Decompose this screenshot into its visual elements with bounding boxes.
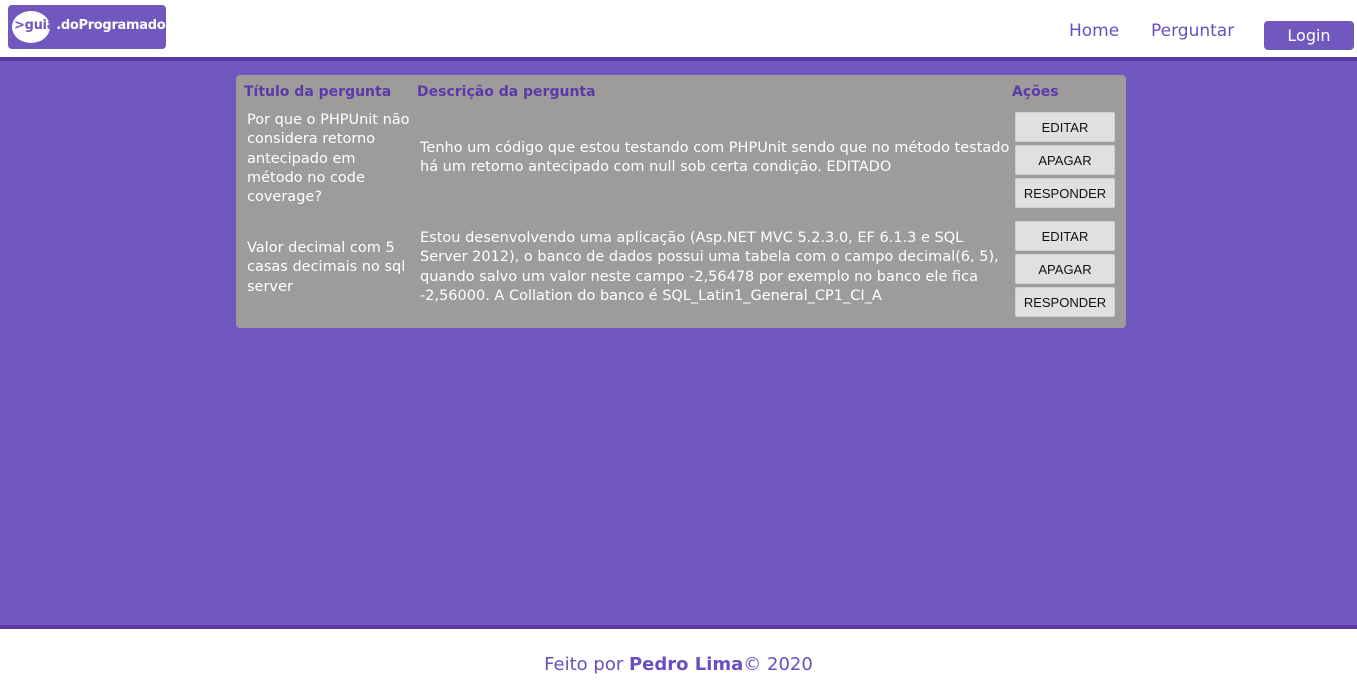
column-header-description: Descrição da pergunta (417, 84, 596, 100)
question-title: Por que o PHPUnit não considera retorno … (247, 112, 410, 206)
column-header-actions: Ações (1012, 84, 1059, 100)
footer-author: Pedro Lima (628, 654, 744, 675)
edit-button[interactable]: EDITAR (1015, 221, 1115, 251)
edit-button[interactable]: EDITAR (1015, 112, 1115, 142)
question-description: Estou desenvolvendo uma aplicação (Asp.N… (420, 230, 999, 304)
question-title: Valor decimal com 5 casas decimais no sq… (247, 240, 406, 295)
logo-cursor: _ (171, 18, 179, 33)
answer-button[interactable]: RESPONDER (1015, 287, 1115, 317)
delete-button[interactable]: APAGAR (1015, 254, 1115, 284)
site-footer: Feito por Pedro Lima© 2020 (0, 625, 1357, 688)
questions-table: Título da pergunta Descrição da pergunta… (236, 75, 1126, 328)
answer-button[interactable]: RESPONDER (1015, 178, 1115, 208)
nav-home-link[interactable]: Home (1069, 21, 1119, 41)
footer-suffix: © 2020 (743, 654, 813, 675)
site-logo[interactable]: >guia.doProgramador_ (8, 5, 178, 49)
column-header-title: Título da pergunta (244, 84, 392, 100)
footer-prefix: Feito por (544, 654, 629, 675)
logo-prefix: >guia (14, 18, 56, 33)
footer-credit: Feito por Pedro Lima© 2020 (544, 654, 813, 675)
delete-button[interactable]: APAGAR (1015, 145, 1115, 175)
logo-rest: .doProgramador (56, 18, 172, 33)
logo-text: >guia.doProgramador_ (14, 18, 178, 33)
login-button[interactable]: Login (1264, 21, 1354, 50)
site-header: >guia.doProgramador_ Home Perguntar Logi… (0, 0, 1357, 61)
question-description: Tenho um código que estou testando com P… (420, 140, 1010, 176)
nav-ask-link[interactable]: Perguntar (1151, 21, 1234, 41)
